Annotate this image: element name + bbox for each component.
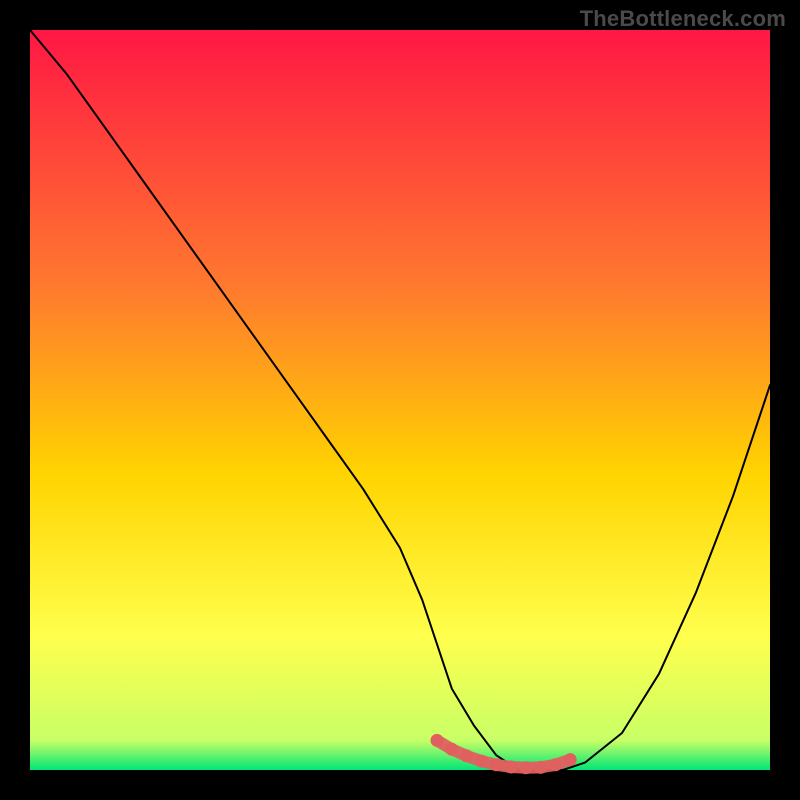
watermark-text: TheBottleneck.com: [580, 6, 786, 32]
valley-marker: [549, 758, 562, 771]
chart-stage: TheBottleneck.com: [0, 0, 800, 800]
valley-marker: [490, 758, 503, 771]
valley-marker: [445, 743, 458, 756]
valley-marker: [475, 755, 488, 768]
valley-marker: [564, 753, 577, 766]
valley-marker: [431, 734, 444, 747]
chart-svg: [0, 0, 800, 800]
valley-marker: [519, 761, 532, 774]
valley-marker: [460, 749, 473, 762]
valley-marker: [534, 761, 547, 774]
gradient-plot-area: [30, 30, 770, 770]
valley-marker: [505, 761, 518, 774]
